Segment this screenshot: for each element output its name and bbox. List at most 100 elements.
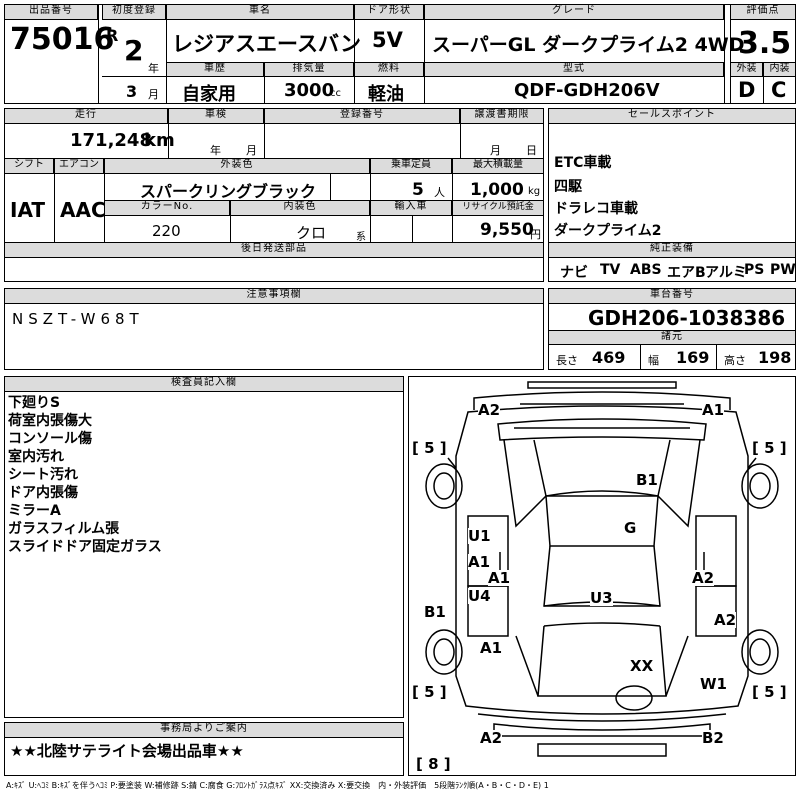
- inspector-label: 検査員記入欄: [4, 376, 404, 392]
- reg-year-unit: 年: [148, 62, 159, 75]
- later-parts-label: 後日発送部品: [4, 242, 544, 258]
- equipment-label: 純正装備: [548, 242, 796, 258]
- inspector-line: ミラーA: [8, 503, 61, 519]
- car-name: レジアスエースバン: [172, 32, 361, 56]
- displacement-label: 排気量: [264, 62, 354, 77]
- fuel-label: 燃料: [354, 62, 424, 77]
- exterior-label: 外装: [730, 62, 763, 77]
- interior-color: クロ: [296, 224, 327, 242]
- damage-mark: B1: [636, 471, 658, 489]
- score: 3.5: [738, 26, 792, 61]
- recycle-unit: 円: [530, 228, 541, 241]
- dims-label: 諸元: [548, 330, 796, 345]
- displacement-unit: cc: [330, 88, 341, 99]
- capacity: 5: [412, 180, 424, 200]
- interior-label: 内装: [763, 62, 796, 77]
- spare-tread: [ 8 ]: [416, 755, 451, 773]
- damage-mark: B2: [702, 729, 724, 747]
- office-label: 事務局よりご案内: [4, 722, 404, 738]
- mileage: 171,248: [70, 130, 152, 151]
- inspection-year-unit: 年: [210, 144, 221, 157]
- tire-tread: [ 5 ]: [752, 683, 787, 701]
- notes-label: 注意事項欄: [4, 288, 544, 304]
- equipment-item: ナビ: [560, 265, 588, 281]
- score-label: 評価点: [730, 4, 796, 20]
- model-code: QDF-GDH206V: [514, 80, 660, 101]
- registration-label: 登録番号: [264, 108, 460, 124]
- reg-month-unit: 月: [148, 88, 159, 101]
- history: 自家用: [182, 84, 236, 105]
- transfer-month-unit: 月: [490, 144, 501, 157]
- door-type: 5V: [372, 28, 403, 52]
- damage-mark: B1: [424, 603, 446, 621]
- exterior-score: D: [738, 78, 756, 102]
- ac: AAC: [60, 198, 106, 222]
- inspector-line: ドア内張傷: [8, 485, 78, 501]
- import-label: 輸入車: [370, 200, 452, 216]
- sales-point: ドラレコ車載: [554, 201, 638, 217]
- inspector-line: コンソール傷: [8, 431, 92, 447]
- reg-month: 3: [126, 82, 138, 101]
- inspector-line: シート汚れ: [8, 467, 78, 483]
- inspector-line: 室内汚れ: [8, 449, 64, 465]
- transfer-day-unit: 日: [526, 144, 537, 157]
- damage-mark: U1: [468, 527, 491, 545]
- lot-no-label: 出品番号: [4, 4, 98, 20]
- sales-label: セールスポイント: [548, 108, 796, 124]
- grade-label: グレード: [424, 4, 724, 20]
- damage-mark: A1: [702, 401, 725, 419]
- damage-mark: A1: [488, 569, 511, 587]
- equipment-item: PS: [744, 262, 765, 278]
- shift: IAT: [10, 198, 46, 222]
- equipment-item: TV: [600, 262, 621, 278]
- capacity-unit: 人: [434, 186, 445, 199]
- width-label: 幅: [648, 354, 659, 367]
- transfer-label: 譲渡書期限: [460, 108, 544, 124]
- sales-point: ETC車載: [554, 155, 612, 171]
- damage-mark: U4: [468, 587, 491, 605]
- displacement: 3000: [284, 80, 335, 101]
- reg-year: 2: [124, 34, 144, 67]
- capacity-label: 乗車定員: [370, 158, 452, 174]
- equipment-item: エアB: [667, 265, 706, 281]
- height: 198: [758, 348, 792, 367]
- notes-text: NSZT-W68T: [12, 310, 144, 328]
- length-label: 長さ: [556, 354, 578, 367]
- door-label: ドア形状: [354, 4, 424, 20]
- shift-label: シフト: [4, 158, 54, 174]
- body-color: スパークリングブラック: [140, 182, 317, 201]
- inspector-line: スライドドア固定ガラス: [8, 539, 162, 555]
- width: 169: [676, 348, 710, 367]
- equipment-item: PW: [770, 262, 796, 278]
- interior-color-unit: 系: [356, 232, 366, 243]
- interior-score: C: [771, 78, 787, 102]
- sales-point: ダークプライム2: [554, 223, 662, 239]
- tire-tread: [ 5 ]: [412, 683, 447, 701]
- ac-label: エアコン: [54, 158, 104, 174]
- chassis-number: GDH206-1038386: [588, 306, 786, 330]
- damage-mark: G: [624, 519, 637, 537]
- mileage-label: 走行: [4, 108, 168, 124]
- office-text: ★★北陸サテライト会場出品車★★: [10, 742, 244, 760]
- max-load: 1,000: [470, 180, 524, 200]
- length: 469: [592, 348, 626, 367]
- damage-mark: U3: [590, 589, 613, 607]
- damage-mark: A2: [478, 401, 501, 419]
- recycle-label: リサイクル預託金: [452, 200, 544, 216]
- inspector-line: ガラスフィルム張: [8, 521, 120, 537]
- damage-mark: XX: [630, 657, 654, 675]
- inspector-line: 荷室内張傷大: [8, 413, 92, 429]
- color-no: 220: [152, 222, 181, 240]
- first-reg-label: 初度登録: [102, 4, 166, 20]
- damage-mark: W1: [700, 675, 727, 693]
- recycle-fee: 9,550: [480, 220, 534, 240]
- car-diagram: [425, 381, 779, 757]
- mileage-unit: km: [144, 130, 175, 151]
- load-unit: kg: [528, 186, 541, 197]
- inspection-month-unit: 月: [246, 144, 257, 157]
- inspector-line: 下廻りS: [8, 395, 61, 411]
- damage-mark: A2: [714, 611, 737, 629]
- damage-mark: A1: [480, 639, 503, 657]
- color-label: 外装色: [104, 158, 370, 174]
- equipment-item: アルミ: [705, 265, 747, 281]
